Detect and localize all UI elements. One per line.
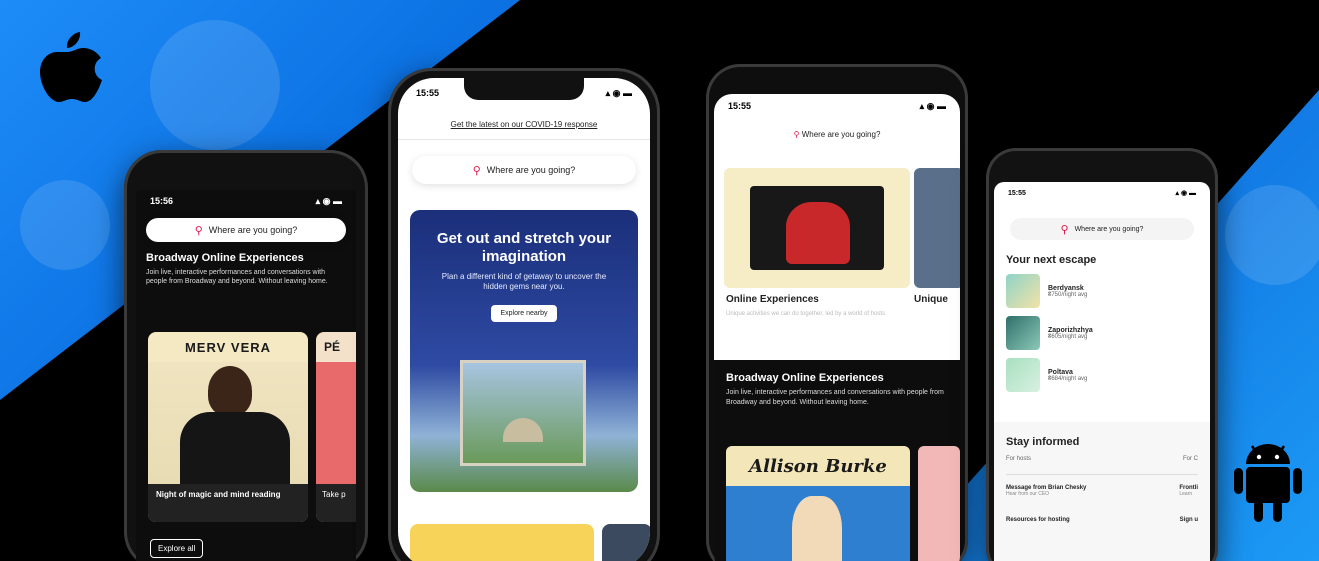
explore-nearby-button[interactable]: Explore nearby xyxy=(410,302,638,322)
search-placeholder: Where are you going? xyxy=(1074,225,1144,233)
android-logo-icon xyxy=(1234,444,1302,522)
phone-iphone-8: 15:56 ▴ ◉ ▬ ⚲ Where are you going? Broad… xyxy=(124,150,368,561)
signal-icons: ▴ ◉ ▬ xyxy=(1175,190,1196,197)
notch xyxy=(464,78,584,100)
search-bar[interactable]: ⚲ Where are you going? xyxy=(146,218,346,242)
search-icon: ⚲ xyxy=(1060,223,1069,236)
next-escape-title: Your next escape xyxy=(1006,254,1097,266)
phone-iphone-x: 15:55 ▴ ◉ ▬ Get the latest on our COVID-… xyxy=(388,68,660,561)
signal-icons: ▴ ◉ ▬ xyxy=(605,87,632,98)
status-time: 15:55 xyxy=(1008,189,1026,197)
hero-subtitle: Plan a different kind of getaway to unco… xyxy=(441,272,607,291)
list-item[interactable]: Zaporizhzhya ₴605/night avg xyxy=(1006,316,1198,350)
status-time: 15:56 xyxy=(150,196,174,206)
experience-card[interactable]: Allison Burke xyxy=(726,446,910,561)
status-time: 15:55 xyxy=(416,88,440,98)
phone-android-1: 15:55 ▴ ◉ ▬ ⚲ Where are you going? Onlin… xyxy=(706,64,968,561)
divider xyxy=(398,139,650,140)
poster-title: Allison Burke xyxy=(749,456,887,477)
explore-nearby-label: Explore nearby xyxy=(491,305,557,322)
phone2-screen: 15:55 ▴ ◉ ▬ Get the latest on our COVID-… xyxy=(398,78,650,561)
search-placeholder: Where are you going? xyxy=(486,165,576,175)
divider xyxy=(1006,474,1198,475)
unique-stays-image[interactable] xyxy=(914,168,960,288)
search-bar[interactable]: ⚲ Where are you going? xyxy=(1010,218,1194,240)
card-description: Unique activities we can do together, le… xyxy=(726,311,886,317)
list-item[interactable]: Berdyansk ₴750/night avg xyxy=(1006,274,1198,308)
hero-title: Get out and stretch your imagination xyxy=(436,230,612,265)
card-caption: Night of magic and mind reading xyxy=(148,484,308,522)
phone4-screen: 15:55 ▴ ◉ ▬ ⚲ Where are you going? Your … xyxy=(994,182,1210,561)
destination-name: Berdyansk xyxy=(1048,284,1084,292)
phone1-screen: 15:56 ▴ ◉ ▬ ⚲ Where are you going? Broad… xyxy=(136,190,356,561)
section-description: Join live, interactive performances and … xyxy=(726,389,944,406)
experience-card[interactable]: PÉ Take p xyxy=(316,332,356,522)
destination-price: ₴750/night avg xyxy=(1048,291,1088,298)
section-title: Broadway Online Experiences xyxy=(146,252,304,264)
status-bar: 15:55 ▴ ◉ ▬ xyxy=(994,182,1210,204)
section-description: Join live, interactive performances and … xyxy=(146,269,328,285)
experience-card[interactable] xyxy=(918,446,960,561)
search-icon: ⚲ xyxy=(793,130,800,139)
search-placeholder: Where are you going? xyxy=(801,130,881,139)
card-title: Unique xyxy=(914,294,948,305)
stay-informed-title: Stay informed xyxy=(1006,436,1080,448)
card-title: Online Experiences xyxy=(726,294,819,305)
search-icon: ⚲ xyxy=(472,164,481,177)
promo-banner: 15:56 ▴ ◉ ▬ ⚲ Where are you going? Broad… xyxy=(0,0,1319,561)
apple-logo-icon xyxy=(40,32,102,102)
explore-all-label: Explore all xyxy=(150,539,204,558)
poster-title: MERV VERA xyxy=(184,339,272,355)
decor-bubble xyxy=(1225,185,1319,285)
destination-thumbnail xyxy=(1006,316,1040,350)
phone-android-2: 15:55 ▴ ◉ ▬ ⚲ Where are you going? Your … xyxy=(986,148,1218,561)
performer-image xyxy=(148,362,308,484)
status-bar: 15:55 ▴ ◉ ▬ xyxy=(714,94,960,118)
explore-all-button[interactable]: Explore all xyxy=(150,538,204,558)
search-placeholder: Where are you going? xyxy=(208,225,298,235)
signal-icons: ▴ ◉ ▬ xyxy=(315,195,342,206)
tab-for-co[interactable]: For C xyxy=(1183,456,1198,462)
info-subtitle: Hear from our CEO xyxy=(1006,491,1050,497)
info-subtitle: Learn xyxy=(1179,491,1193,497)
destination-thumbnail xyxy=(1006,358,1040,392)
list-item[interactable]: Poltava ₴684/night avg xyxy=(1006,358,1198,392)
hero-card: Get out and stretch your imagination Pla… xyxy=(410,210,638,492)
destination-name: Zaporizhzhya xyxy=(1048,326,1093,334)
info-row[interactable]: Message from Brian Chesky Hear from our … xyxy=(1006,485,1198,497)
phone3-screen: 15:55 ▴ ◉ ▬ ⚲ Where are you going? Onlin… xyxy=(714,94,960,561)
section-title: Broadway Online Experiences xyxy=(726,372,884,384)
info-title: Resources for hosting xyxy=(1006,517,1070,523)
experience-card[interactable] xyxy=(602,524,650,561)
search-icon: ⚲ xyxy=(194,224,203,237)
destination-price: ₴605/night avg xyxy=(1048,333,1088,340)
status-bar: 15:56 ▴ ◉ ▬ xyxy=(136,190,356,212)
destination-thumbnail xyxy=(1006,274,1040,308)
experience-card[interactable] xyxy=(410,524,594,561)
tab-row: For hosts For C xyxy=(1006,456,1198,462)
destination-name: Poltava xyxy=(1048,368,1073,376)
card-caption: Take p xyxy=(316,484,356,522)
tab-for-hosts[interactable]: For hosts xyxy=(1006,456,1031,462)
search-bar[interactable]: ⚲ Where are you going? xyxy=(412,156,636,184)
decor-bubble xyxy=(20,180,110,270)
status-time: 15:55 xyxy=(728,101,752,111)
info-row[interactable]: Resources for hosting Sign u xyxy=(1006,517,1198,523)
experience-card[interactable]: MERV VERA Night of magic and mind readin… xyxy=(148,332,308,522)
broadway-section: Broadway Online Experiences Join live, i… xyxy=(714,360,960,561)
decor-bubble xyxy=(150,20,280,150)
online-experiences-image[interactable] xyxy=(724,168,910,288)
search-bar[interactable]: ⚲ Where are you going? xyxy=(714,130,960,139)
destination-price: ₴684/night avg xyxy=(1048,375,1088,382)
poster-title: PÉ xyxy=(324,340,341,354)
info-title: Sign u xyxy=(1179,517,1198,523)
signal-icons: ▴ ◉ ▬ xyxy=(919,100,946,111)
window-illustration xyxy=(460,360,586,466)
stay-informed-section: Stay informed For hosts For C Message fr… xyxy=(994,422,1210,561)
covid-link[interactable]: Get the latest on our COVID-19 response xyxy=(398,120,650,129)
performer-image xyxy=(316,362,356,484)
